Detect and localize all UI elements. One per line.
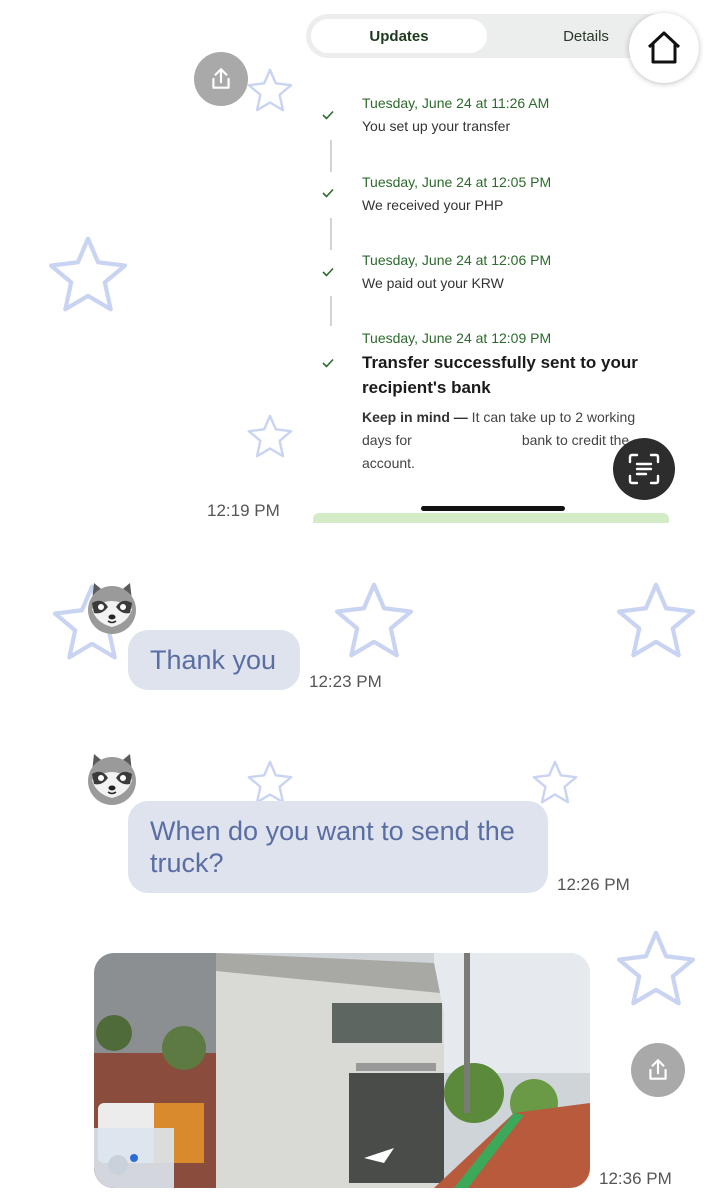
step-date: Tuesday, June 24 at 12:06 PM (362, 252, 552, 268)
checkmark-icon (322, 358, 334, 368)
step-description: We received your PHP (362, 197, 504, 213)
checkmark-icon (322, 188, 334, 198)
home-indicator-bar (421, 506, 565, 511)
star-decoration (46, 232, 130, 316)
green-banner-edge (313, 513, 669, 523)
step-title-final: Transfer successfully sent to your recip… (362, 353, 638, 397)
home-button[interactable] (629, 13, 699, 83)
message-timestamp: 12:36 PM (599, 1169, 672, 1188)
step-date: Tuesday, June 24 at 12:05 PM (362, 174, 552, 190)
step-description: You set up your transfer (362, 118, 511, 134)
message-timestamp: 12:19 PM (207, 501, 280, 520)
raccoon-avatar[interactable] (84, 750, 140, 806)
star-decoration (246, 412, 294, 460)
star-decoration (614, 578, 698, 662)
share-icon (649, 1059, 667, 1080)
timeline-line (330, 218, 332, 250)
timeline-line (330, 140, 332, 172)
raccoon-avatar[interactable] (84, 579, 140, 635)
message-bubble[interactable]: Thank you (128, 630, 300, 690)
star-decoration (531, 758, 579, 806)
tab-updates: Updates (311, 19, 487, 53)
street-view-photo[interactable] (94, 953, 590, 1188)
step-date: Tuesday, June 24 at 11:26 AM (362, 95, 550, 111)
step-description: We paid out your KRW (362, 275, 504, 291)
home-icon (647, 31, 681, 64)
scan-text-button[interactable] (613, 438, 675, 500)
share-icon (212, 68, 230, 89)
note-label: Keep in mind — (362, 409, 468, 425)
star-decoration (614, 926, 698, 1010)
message-bubble[interactable]: When do you want to send the truck? (128, 801, 548, 893)
checkmark-icon (322, 267, 334, 277)
checkmark-icon (322, 110, 334, 120)
timeline-line (330, 296, 332, 326)
message-timestamp: 12:26 PM (557, 875, 630, 894)
star-decoration (332, 578, 416, 662)
share-button[interactable] (631, 1043, 685, 1097)
star-decoration (246, 758, 294, 806)
scan-text-icon (628, 453, 660, 485)
star-decoration (246, 66, 294, 114)
message-timestamp: 12:23 PM (309, 672, 382, 691)
street-view-illustration (94, 953, 590, 1188)
step-date: Tuesday, June 24 at 12:09 PM (362, 330, 552, 346)
share-button[interactable] (194, 52, 248, 106)
